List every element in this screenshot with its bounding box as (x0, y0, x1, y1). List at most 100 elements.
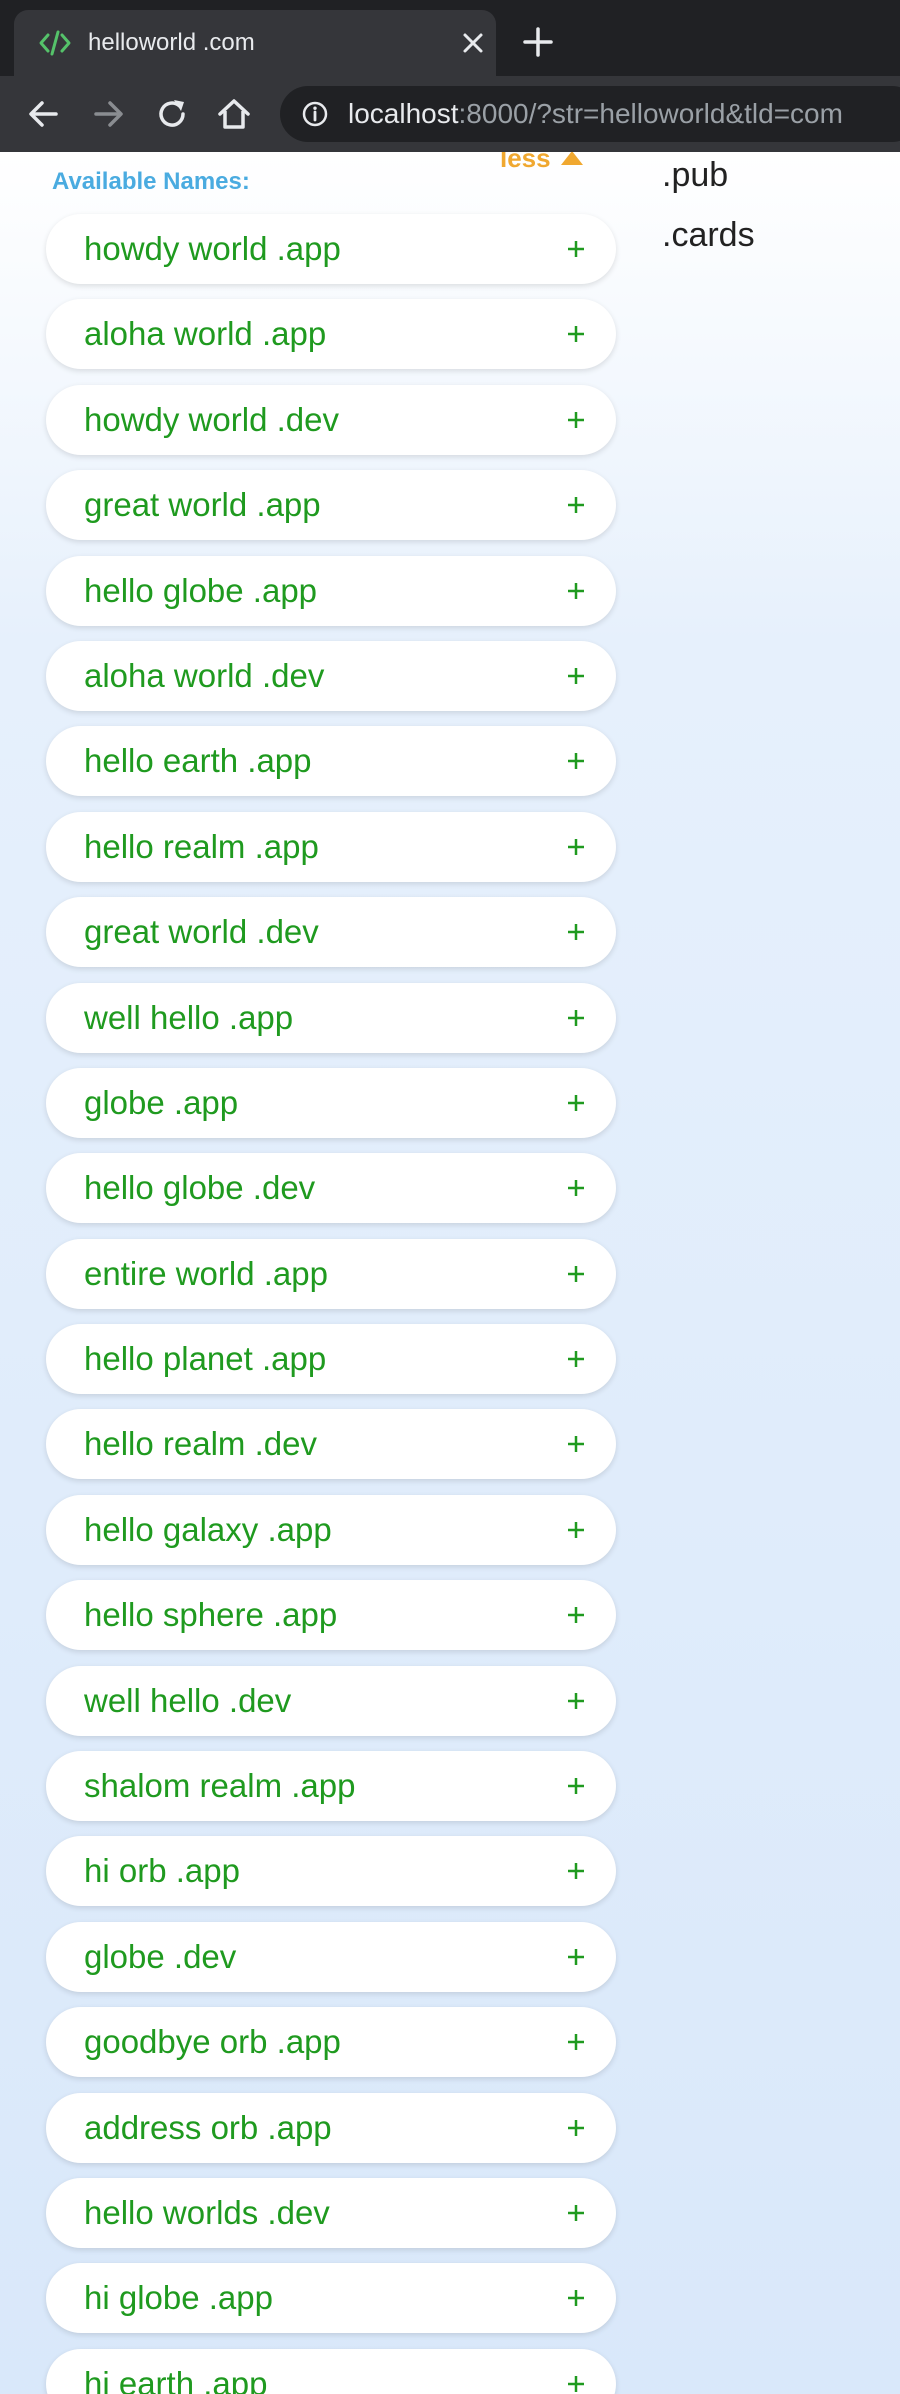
name-row[interactable]: entire world .app (46, 1238, 616, 1309)
url-host: localhost (348, 98, 459, 129)
plus-icon[interactable] (566, 1947, 586, 1967)
name-row[interactable]: great world .app (46, 470, 616, 541)
plus-icon[interactable] (566, 2374, 586, 2394)
plus-icon[interactable] (566, 1691, 586, 1711)
name-row[interactable]: goodbye orb .app (46, 2007, 616, 2078)
name-row[interactable]: hello globe .app (46, 555, 616, 626)
plus-icon[interactable] (566, 410, 586, 430)
close-icon[interactable] (460, 30, 486, 56)
name-row[interactable]: globe .dev (46, 1921, 616, 1992)
tld-item[interactable]: .cards (662, 212, 755, 272)
less-toggle[interactable]: less (500, 152, 585, 172)
plus-icon[interactable] (566, 1178, 586, 1198)
url-path: :8000/?str=helloworld&tld=com (458, 98, 843, 129)
plus-icon[interactable] (566, 1520, 586, 1540)
name-row[interactable]: hello worlds .dev (46, 2177, 616, 2248)
domain-name: shalom realm .app (84, 1767, 356, 1805)
plus-icon[interactable] (566, 495, 586, 515)
name-row[interactable]: hello planet .app (46, 1324, 616, 1395)
plus-icon[interactable] (566, 751, 586, 771)
plus-icon[interactable] (566, 1008, 586, 1028)
tab-bar: helloworld .com (0, 0, 900, 76)
name-row[interactable]: aloha world .app (46, 299, 616, 370)
name-row[interactable]: aloha world .dev (46, 640, 616, 711)
plus-icon[interactable] (566, 922, 586, 942)
forward-arrow-icon[interactable] (88, 94, 128, 134)
name-row[interactable]: hello earth .app (46, 726, 616, 797)
domain-name: hello earth .app (84, 742, 312, 780)
plus-icon[interactable] (566, 1605, 586, 1625)
name-row[interactable]: great world .dev (46, 897, 616, 968)
plus-icon[interactable] (566, 2203, 586, 2223)
plus-icon[interactable] (566, 1349, 586, 1369)
plus-icon[interactable] (566, 239, 586, 259)
available-names-label: Available Names: (52, 168, 250, 195)
name-row[interactable]: hello realm .dev (46, 1409, 616, 1480)
name-row[interactable]: howdy world .dev (46, 384, 616, 455)
plus-icon[interactable] (566, 581, 586, 601)
domain-name: aloha world .dev (84, 656, 325, 694)
domain-name: aloha world .app (84, 315, 327, 353)
domain-name: hello worlds .dev (84, 2193, 330, 2231)
browser-tab[interactable]: helloworld .com (14, 10, 496, 76)
tld-item[interactable]: .pub (662, 152, 755, 212)
name-row[interactable]: hi orb .app (46, 1836, 616, 1907)
domain-name: hello realm .dev (84, 1425, 317, 1463)
name-row[interactable]: hi earth .app (46, 2348, 616, 2394)
url-text[interactable]: localhost:8000/?str=helloworld&tld=com (348, 100, 843, 128)
name-row[interactable]: hi globe .app (46, 2263, 616, 2334)
tab-title: helloworld .com (88, 29, 255, 56)
domain-name: globe .app (84, 1083, 239, 1121)
domain-name: great world .dev (84, 913, 319, 951)
name-row[interactable]: hello galaxy .app (46, 1494, 616, 1565)
domain-name: hello planet .app (84, 1340, 327, 1378)
browser-toolbar: localhost:8000/?str=helloworld&tld=com (0, 76, 900, 152)
name-row[interactable]: well hello .app (46, 982, 616, 1053)
address-bar[interactable]: localhost:8000/?str=helloworld&tld=com (280, 86, 900, 142)
domain-name: address orb .app (84, 2108, 332, 2146)
domain-name: howdy world .dev (84, 400, 339, 438)
domain-name: howdy world .app (84, 230, 341, 267)
plus-icon[interactable] (566, 324, 586, 344)
name-row[interactable]: well hello .dev (46, 1665, 616, 1736)
name-row[interactable]: howdy world .app (46, 214, 616, 284)
plus-icon[interactable] (566, 1093, 586, 1113)
page-content: Available Names: less .pub .cards howdy … (0, 152, 900, 2394)
plus-icon[interactable] (566, 1434, 586, 1454)
domain-name: hi earth .app (84, 2364, 268, 2394)
less-label: less (500, 152, 551, 173)
domain-name: well hello .dev (84, 1681, 292, 1719)
domain-name: great world .app (84, 486, 321, 524)
reload-icon[interactable] (152, 94, 192, 134)
plus-icon[interactable] (566, 1264, 586, 1284)
name-row[interactable]: hello sphere .app (46, 1580, 616, 1651)
code-icon (39, 30, 71, 56)
domain-name: hi orb .app (84, 1852, 240, 1890)
name-row[interactable]: globe .app (46, 1067, 616, 1138)
name-row[interactable]: shalom realm .app (46, 1751, 616, 1822)
plus-icon[interactable] (566, 837, 586, 857)
domain-name: hello sphere .app (84, 1596, 338, 1634)
back-arrow-icon[interactable] (24, 94, 64, 134)
name-row[interactable]: hello realm .app (46, 811, 616, 882)
domain-name: entire world .app (84, 1254, 328, 1292)
plus-icon[interactable] (566, 1861, 586, 1881)
plus-icon[interactable] (566, 1776, 586, 1796)
name-row[interactable]: address orb .app (46, 2092, 616, 2163)
home-icon[interactable] (214, 94, 254, 134)
new-tab-icon[interactable] (522, 26, 554, 58)
caret-up-icon (560, 152, 583, 165)
info-icon[interactable] (302, 101, 328, 127)
domain-name: hello galaxy .app (84, 1510, 332, 1548)
name-row[interactable]: hello globe .dev (46, 1153, 616, 1224)
available-names-list: howdy world .app aloha world .app howdy wo… (46, 214, 616, 2394)
domain-name: hi globe .app (84, 2279, 273, 2317)
domain-name: well hello .app (84, 998, 294, 1036)
plus-icon[interactable] (566, 2288, 586, 2308)
plus-icon[interactable] (566, 2032, 586, 2052)
domain-name: goodbye orb .app (84, 2023, 341, 2061)
plus-icon[interactable] (566, 2118, 586, 2138)
tld-list: .pub .cards (662, 152, 755, 272)
plus-icon[interactable] (566, 666, 586, 686)
domain-name: globe .dev (84, 1937, 237, 1975)
